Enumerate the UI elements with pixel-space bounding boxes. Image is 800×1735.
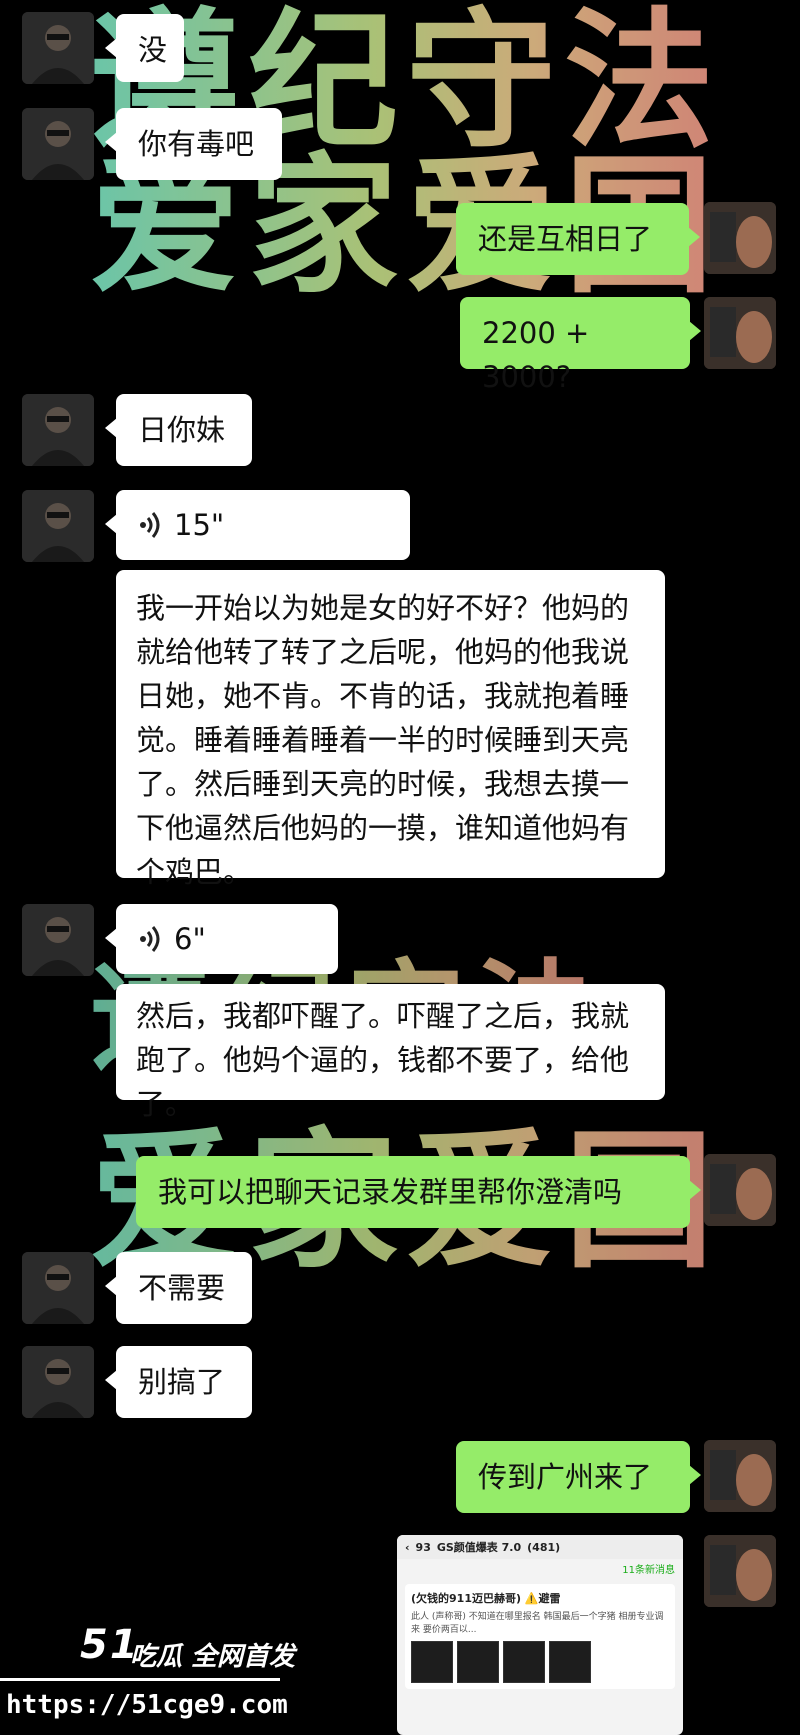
logo-divider	[0, 1678, 280, 1681]
card-thumbnails	[411, 1641, 669, 1683]
message-text: 日你妹	[138, 413, 226, 447]
avatar[interactable]	[22, 394, 94, 466]
site-logo: 51 吃瓜 全网首发 https://51cge9.com	[0, 1622, 300, 1732]
message-bubble-sent[interactable]: 我可以把聊天记录发群里帮你澄清吗	[136, 1156, 701, 1228]
shared-card: (欠钱的911迈巴赫哥) ⚠️避雷 此人 (声称哥) 不知道在哪里报名 韩国最后…	[405, 1584, 675, 1689]
voice-message[interactable]: 15"	[105, 490, 410, 560]
message-bubble[interactable]: 你有毒吧	[105, 108, 282, 180]
message-bubble-sent[interactable]: 传到广州来了	[456, 1441, 701, 1513]
message-bubble-sent[interactable]: 2200 + 3000?	[460, 297, 701, 394]
thumbnail	[549, 1641, 591, 1683]
back-count: 93	[415, 1540, 431, 1554]
image-message[interactable]: ‹ 93 GS颜值爆表 7.0 (481) 11条新消息 (欠钱的911迈巴赫哥…	[397, 1535, 683, 1735]
transcript-text: 我一开始以为她是女的好不好？他妈的就给他转了转了之后呢，他妈的他我说日她，她不肯…	[136, 591, 630, 889]
group-title: GS颜值爆表 7.0	[436, 1541, 522, 1554]
avatar[interactable]	[22, 490, 94, 562]
voice-wave-icon	[140, 926, 160, 952]
message-text: 别搞了	[138, 1365, 226, 1399]
message-text: 还是互相日了	[478, 222, 653, 256]
back-chevron-icon: ‹	[405, 1540, 410, 1554]
avatar-self[interactable]	[704, 1440, 776, 1512]
logo-tagline: 吃瓜 全网首发	[130, 1642, 296, 1672]
avatar-self[interactable]	[704, 1154, 776, 1226]
screenshot-header: ‹ 93 GS颜值爆表 7.0 (481)	[397, 1535, 683, 1559]
card-title: (欠钱的911迈巴赫哥) ⚠️避雷	[411, 1592, 561, 1605]
thumbnail	[457, 1641, 499, 1683]
unread-indicator: 11条新消息	[622, 1565, 675, 1576]
message-text: 传到广州来了	[478, 1460, 653, 1494]
thumbnail	[411, 1641, 453, 1683]
message-text: 没	[138, 33, 168, 67]
voice-transcript: 我一开始以为她是女的好不好？他妈的就给他转了转了之后呢，他妈的他我说日她，她不肯…	[116, 570, 665, 889]
voice-duration: 6"	[174, 922, 206, 956]
avatar[interactable]	[22, 1346, 94, 1418]
message-text: 你有毒吧	[138, 127, 255, 161]
voice-duration: 15"	[174, 508, 225, 542]
avatar[interactable]	[22, 1252, 94, 1324]
avatar-self[interactable]	[704, 297, 776, 369]
message-text: 2200 + 3000?	[482, 316, 590, 394]
avatar[interactable]	[22, 904, 94, 976]
message-bubble[interactable]: 别搞了	[105, 1346, 252, 1418]
message-text: 我可以把聊天记录发群里帮你澄清吗	[158, 1175, 623, 1209]
thumbnail	[503, 1641, 545, 1683]
voice-wave-icon	[140, 512, 160, 538]
avatar-self[interactable]	[704, 202, 776, 274]
message-bubble[interactable]: 没	[105, 14, 184, 82]
logo-url: https://51cge9.com	[6, 1690, 288, 1720]
avatar[interactable]	[22, 108, 94, 180]
message-bubble[interactable]: 不需要	[105, 1252, 252, 1324]
member-count: (481)	[527, 1540, 561, 1554]
avatar[interactable]	[22, 12, 94, 84]
message-text: 不需要	[138, 1271, 226, 1305]
card-text: 此人 (声称哥) 不知道在哪里报名 韩国最后一个字猪 相册专业调来 要价两百以.…	[411, 1612, 664, 1635]
voice-transcript: 然后，我都吓醒了。吓醒了之后，我就跑了。他妈个逼的，钱都不要了，给他了。	[116, 984, 665, 1121]
message-bubble-sent[interactable]: 还是互相日了	[456, 203, 700, 275]
voice-message[interactable]: 6"	[105, 904, 338, 974]
message-bubble[interactable]: 日你妹	[105, 394, 252, 466]
avatar-self[interactable]	[704, 1535, 776, 1607]
